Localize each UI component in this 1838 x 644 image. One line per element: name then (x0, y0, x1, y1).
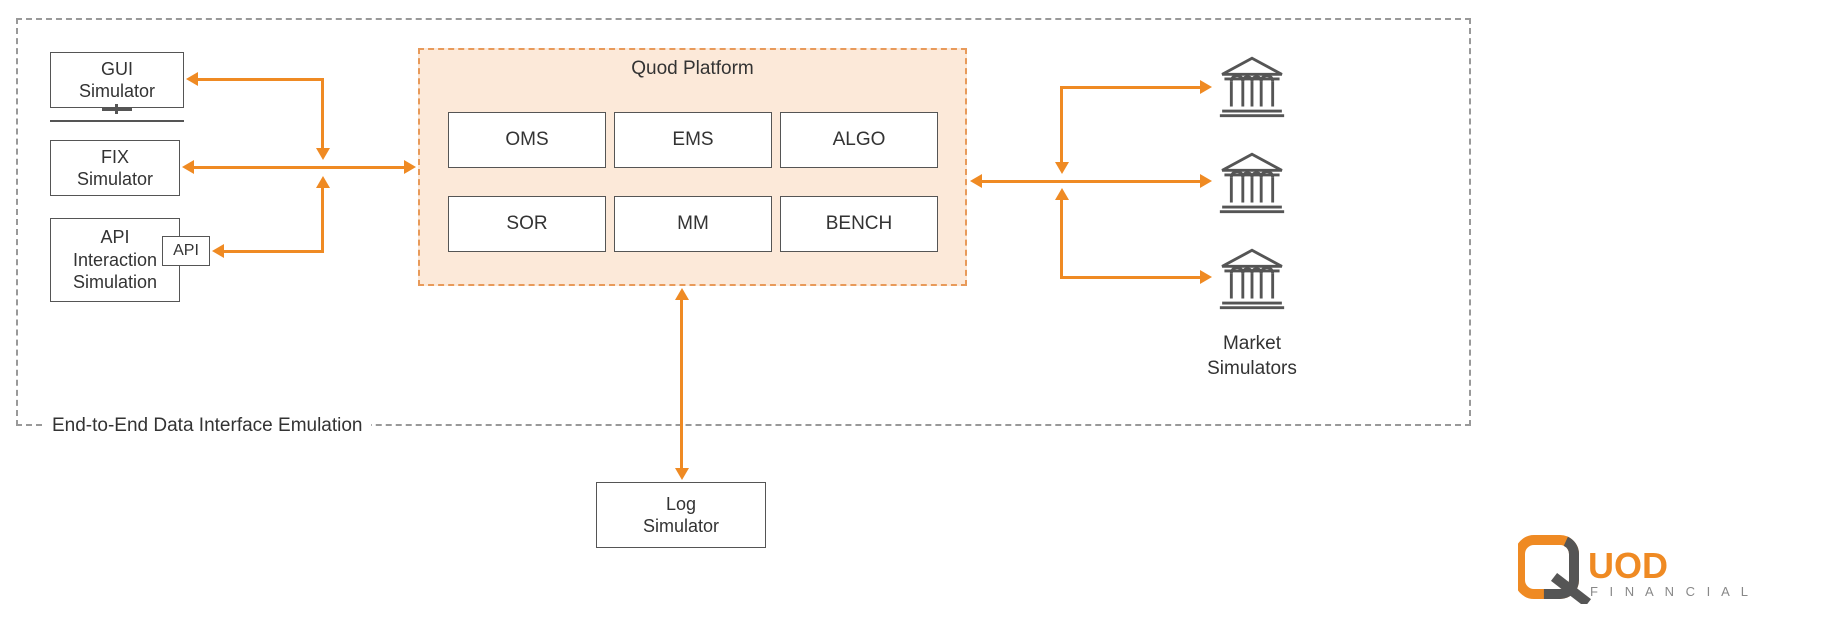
emulation-label: End-to-End Data Interface Emulation (44, 415, 371, 437)
arrow-head-icon (1200, 80, 1212, 94)
logo-brand-text: UOD (1588, 545, 1668, 586)
arrow-head-icon (1200, 270, 1212, 284)
arrow-line (680, 298, 683, 470)
arrow-head-icon (1200, 174, 1212, 188)
arrow-line (321, 78, 324, 150)
arrow-head-icon (1055, 188, 1069, 200)
arrow-head-icon (675, 468, 689, 480)
module-mm: MM (614, 196, 772, 252)
logo-sub-text: F I N A N C I A L (1590, 584, 1752, 599)
arrow-line (1060, 86, 1063, 164)
module-ems: EMS (614, 112, 772, 168)
arrow-head-icon (316, 148, 330, 160)
arrow-line (1060, 198, 1063, 278)
arrow-head-icon (182, 160, 194, 174)
log-simulator-box: Log Simulator (596, 482, 766, 548)
building-icon (1216, 248, 1288, 310)
module-bench: BENCH (780, 196, 938, 252)
monitor-base (50, 120, 184, 122)
gui-simulator-box: GUI Simulator (50, 52, 184, 108)
module-algo: ALGO (780, 112, 938, 168)
platform-title: Quod Platform (418, 58, 967, 80)
arrow-head-icon (186, 72, 198, 86)
arrow-head-icon (970, 174, 982, 188)
building-icon (1216, 56, 1288, 118)
arrow-line (222, 250, 324, 253)
monitor-stand (102, 108, 132, 111)
module-sor: SOR (448, 196, 606, 252)
api-badge: API (162, 236, 210, 266)
api-simulator-box: API Interaction Simulation (50, 218, 180, 302)
market-simulators-label: Market Simulators (1192, 332, 1312, 381)
arrow-head-icon (1055, 162, 1069, 174)
quod-financial-logo: UOD F I N A N C I A L (1518, 534, 1768, 604)
arrow-head-icon (675, 288, 689, 300)
arrow-head-icon (212, 244, 224, 258)
arrow-line (321, 186, 324, 253)
module-oms: OMS (448, 112, 606, 168)
fix-simulator-box: FIX Simulator (50, 140, 180, 196)
arrow-head-icon (316, 176, 330, 188)
building-icon (1216, 152, 1288, 214)
arrow-line (1060, 86, 1202, 89)
arrow-line (342, 166, 406, 169)
arrow-line (1060, 276, 1202, 279)
arrow-line (196, 78, 324, 81)
arrow-line (980, 180, 1202, 183)
